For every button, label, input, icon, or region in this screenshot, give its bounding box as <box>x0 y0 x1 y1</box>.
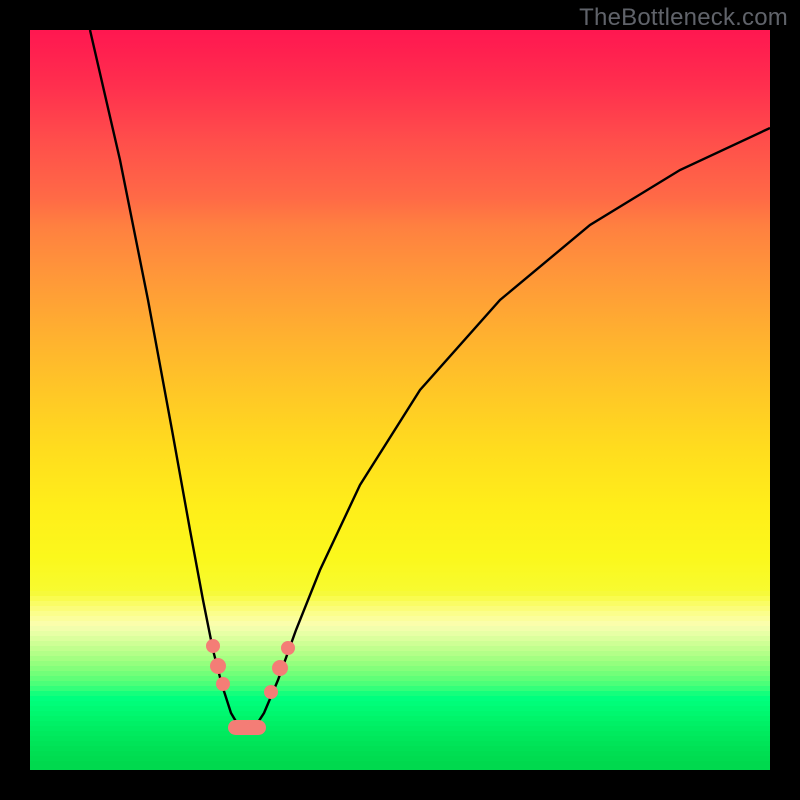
watermark: TheBottleneck.com <box>579 4 788 32</box>
color-band <box>30 761 770 770</box>
data-point-pill <box>228 720 266 735</box>
data-point-dot <box>264 685 278 699</box>
data-point-dot <box>210 658 226 674</box>
data-point-dot <box>272 660 288 676</box>
gradient-background-top <box>30 30 770 591</box>
plot-area <box>30 30 770 770</box>
data-point-dot <box>206 639 220 653</box>
data-point-dot <box>281 641 295 655</box>
data-point-dot <box>216 677 230 691</box>
